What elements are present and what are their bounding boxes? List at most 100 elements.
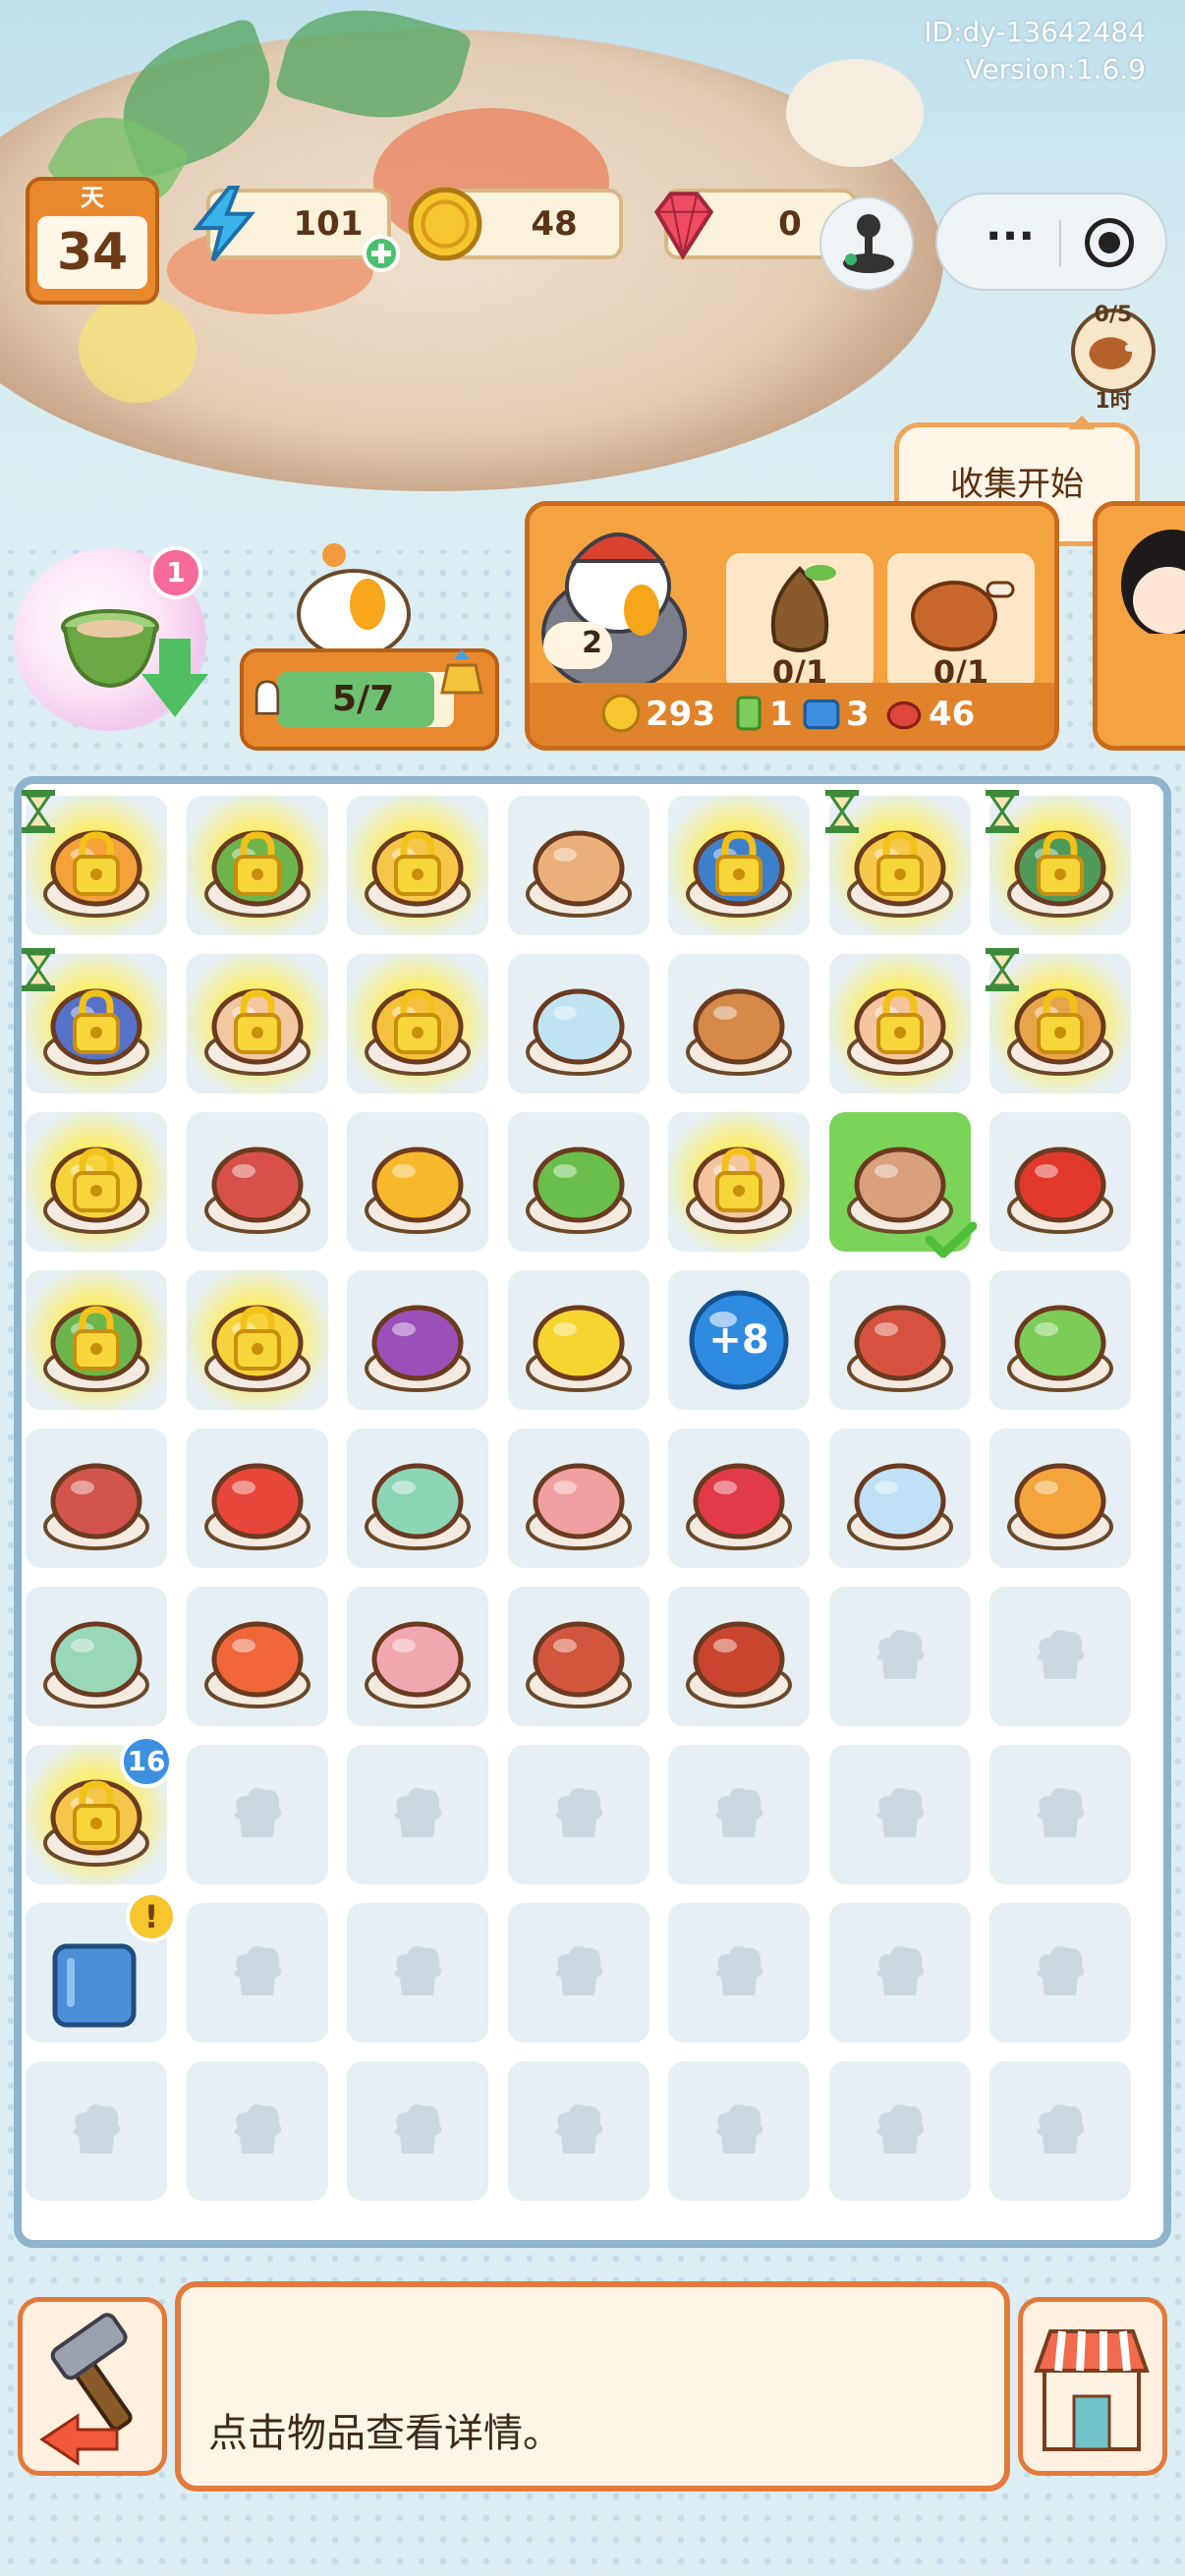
board-cell[interactable] (347, 1587, 488, 1726)
board-cell[interactable] (507, 1270, 649, 1410)
close-program-button[interactable] (1085, 218, 1134, 267)
check-icon (925, 1221, 977, 1259)
board-cell[interactable] (828, 1270, 971, 1410)
board-cell[interactable] (26, 2061, 167, 2201)
board-cell[interactable] (822, 790, 977, 941)
board-cell[interactable] (347, 1745, 488, 1884)
board-cell[interactable] (828, 1903, 971, 2043)
board-cell[interactable] (20, 790, 173, 941)
shop-button[interactable] (1018, 2297, 1167, 2476)
board-cell[interactable] (828, 1112, 977, 1259)
energy-counter[interactable]: 101 (193, 186, 400, 272)
board-cell[interactable] (668, 1428, 810, 1568)
board-cell[interactable] (662, 790, 816, 941)
chef-hat-placeholder-icon (715, 2104, 763, 2154)
board-cell[interactable] (507, 1587, 649, 1726)
board-cell[interactable] (828, 1587, 971, 1726)
board-cell[interactable] (180, 790, 334, 941)
board-cell[interactable] (186, 2061, 328, 2201)
chicken-breast-icon (525, 1463, 632, 1550)
board-cell[interactable] (341, 790, 494, 941)
joystick-button[interactable] (819, 196, 914, 291)
order-slot-chicken[interactable]: 0/1 (887, 553, 1035, 691)
board-cell[interactable] (186, 1428, 328, 1568)
board-cell[interactable] (507, 1112, 649, 1252)
board-cell[interactable] (989, 1587, 1131, 1726)
board-cell[interactable] (186, 1587, 328, 1726)
board-cell[interactable] (668, 1903, 810, 2043)
collection-timer[interactable]: 0/5 1时 (1067, 303, 1159, 414)
board-cell[interactable] (507, 2061, 649, 2201)
message-panel: 点击物品查看详情。 (175, 2281, 1010, 2492)
board-cell[interactable] (507, 796, 649, 935)
collect-arrow-icon[interactable] (141, 674, 208, 717)
add-energy-icon[interactable] (362, 234, 401, 273)
board-cell[interactable] (984, 948, 1137, 1099)
order-slot-pear[interactable]: 0/1 (726, 553, 874, 691)
board-cell[interactable] (668, 2061, 810, 2201)
board-cell[interactable] (668, 1745, 810, 1884)
lock-icon (233, 989, 281, 1054)
board-cell[interactable] (989, 1270, 1131, 1410)
lettuce-icon (1007, 1305, 1113, 1392)
board-cell[interactable] (984, 790, 1137, 941)
coin-counter: 48 (408, 187, 623, 261)
board-cell[interactable] (507, 954, 649, 1093)
more-menu-button[interactable]: ··· (963, 210, 1057, 273)
board-cell[interactable]: 16 (20, 1735, 173, 1890)
chef-hat-placeholder-icon (554, 1788, 602, 1837)
board-cell[interactable] (186, 1903, 328, 2043)
board-cell[interactable] (180, 1264, 334, 1416)
board-cell[interactable] (347, 1428, 488, 1568)
board-cell[interactable] (989, 1745, 1131, 1884)
pudding-reward-icon (440, 649, 483, 695)
board-cell[interactable] (347, 1903, 488, 2043)
board-cell[interactable] (26, 1428, 167, 1568)
board-cell[interactable] (347, 2061, 488, 2201)
board-cell[interactable] (828, 1428, 971, 1568)
board-cell[interactable] (507, 1903, 649, 2043)
reward-green-icon (736, 696, 762, 731)
pear-icon (770, 565, 836, 652)
board-cell[interactable] (507, 1745, 649, 1884)
board-cell[interactable] (26, 1587, 167, 1726)
board-cell[interactable] (822, 948, 977, 1099)
board-cell[interactable] (668, 954, 810, 1093)
board-cell[interactable] (668, 1587, 810, 1726)
board-cell[interactable] (20, 948, 173, 1099)
lock-icon (875, 831, 924, 896)
reward-meat-icon (886, 700, 922, 730)
board-cell[interactable] (186, 1745, 328, 1884)
board-cell[interactable] (828, 1745, 971, 1884)
chef-hat-placeholder-icon (1037, 2104, 1085, 2154)
energy-bonus-label: +8 (708, 1317, 769, 1363)
board-cell[interactable] (828, 2061, 971, 2201)
helper-panel[interactable]: 5/7 (240, 648, 499, 751)
board-cell[interactable] (186, 1112, 328, 1252)
collect-arrow-stem (159, 639, 191, 678)
board-cell[interactable] (989, 1903, 1131, 2043)
board-cell[interactable] (989, 1428, 1131, 1568)
board-cell[interactable] (347, 1112, 488, 1252)
chef-silhouette-icon (254, 680, 280, 715)
board-cell[interactable] (662, 1106, 816, 1258)
next-customer-order[interactable] (1093, 501, 1185, 751)
board-cell[interactable] (20, 1106, 173, 1258)
board-cell[interactable] (989, 2061, 1131, 2201)
board-cell[interactable] (989, 1112, 1131, 1252)
customer-level: 2 (582, 626, 602, 660)
hammer-icon (39, 2313, 133, 2466)
joystick-icon (843, 214, 894, 273)
chef-hat-placeholder-icon (554, 2104, 602, 2154)
customer-order[interactable]: 2 0/1 0/1 293 1 3 46 (525, 501, 1059, 751)
board-cell[interactable] (341, 948, 494, 1099)
chef-hat-placeholder-icon (233, 1946, 281, 1995)
lock-icon (73, 1148, 120, 1212)
board-cell[interactable]: ! (26, 1891, 177, 2043)
board-cell[interactable] (507, 1428, 649, 1568)
board-cell[interactable]: +8 (668, 1270, 810, 1410)
board-cell[interactable] (347, 1270, 488, 1410)
sell-tool-button[interactable] (18, 2297, 167, 2476)
board-cell[interactable] (20, 1264, 173, 1416)
board-cell[interactable] (180, 948, 334, 1099)
